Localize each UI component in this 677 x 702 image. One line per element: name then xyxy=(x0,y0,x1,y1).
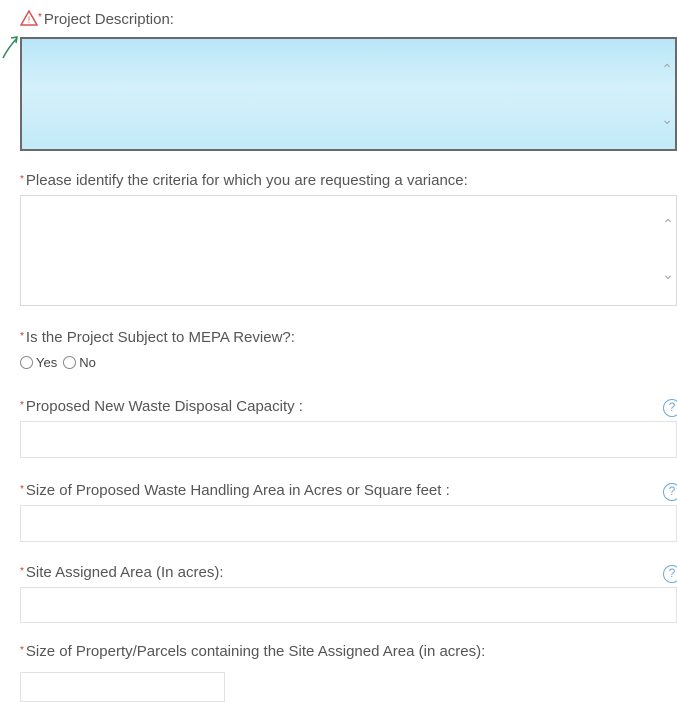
property-size-input[interactable] xyxy=(20,672,225,702)
warning-icon: ! xyxy=(19,9,39,26)
help-icon[interactable]: ? xyxy=(663,483,677,501)
radio-no-label[interactable]: No xyxy=(79,355,96,370)
site-assigned-label: * Site Assigned Area (In acres): xyxy=(20,564,224,581)
criteria-label: * Please identify the criteria for which … xyxy=(20,172,468,189)
required-mark: * xyxy=(20,566,24,577)
project-description-label: ! * Project Description: xyxy=(19,9,174,28)
chevron-down-icon[interactable]: ⌄ xyxy=(662,266,674,283)
mepa-radio-group: Yes No xyxy=(20,355,102,370)
help-icon[interactable]: ? xyxy=(663,565,677,583)
chevron-up-icon[interactable]: ⌃ xyxy=(661,61,673,78)
required-mark: * xyxy=(20,331,24,342)
help-icon[interactable]: ? xyxy=(663,399,677,417)
waste-capacity-label: * Proposed New Waste Disposal Capacity : xyxy=(20,398,303,415)
handling-area-input[interactable] xyxy=(20,505,677,542)
required-mark: * xyxy=(20,484,24,495)
required-mark: * xyxy=(20,400,24,411)
project-description-textarea[interactable]: ⌃ ⌄ xyxy=(20,37,677,151)
property-size-label: * Size of Property/Parcels containing the… xyxy=(20,643,485,660)
svg-text:!: ! xyxy=(28,15,31,25)
required-mark: * xyxy=(20,174,24,185)
mepa-label: * Is the Project Subject to MEPA Review?: xyxy=(20,329,295,346)
chevron-up-icon[interactable]: ⌃ xyxy=(662,216,674,233)
label-text: Size of Proposed Waste Handling Area in … xyxy=(25,482,450,499)
label-text: Site Assigned Area (In acres): xyxy=(25,564,224,581)
label-text: Proposed New Waste Disposal Capacity : xyxy=(25,398,303,415)
site-assigned-input[interactable] xyxy=(20,587,677,623)
label-text: Is the Project Subject to MEPA Review?: xyxy=(25,329,295,346)
required-mark: * xyxy=(20,645,24,656)
radio-yes-label[interactable]: Yes xyxy=(36,355,57,370)
annotation-arrow-icon xyxy=(2,36,18,59)
label-text: Please identify the criteria for which y… xyxy=(25,172,468,189)
criteria-textarea[interactable]: ⌃ ⌄ xyxy=(20,195,677,306)
required-mark: * xyxy=(38,12,42,23)
waste-capacity-input[interactable] xyxy=(20,421,677,458)
radio-yes[interactable] xyxy=(20,356,33,369)
label-text: Project Description: xyxy=(43,11,174,28)
handling-area-label: * Size of Proposed Waste Handling Area in… xyxy=(20,482,450,499)
label-text: Size of Property/Parcels containing the … xyxy=(25,643,486,660)
chevron-down-icon[interactable]: ⌄ xyxy=(661,111,673,128)
radio-no[interactable] xyxy=(63,356,77,369)
